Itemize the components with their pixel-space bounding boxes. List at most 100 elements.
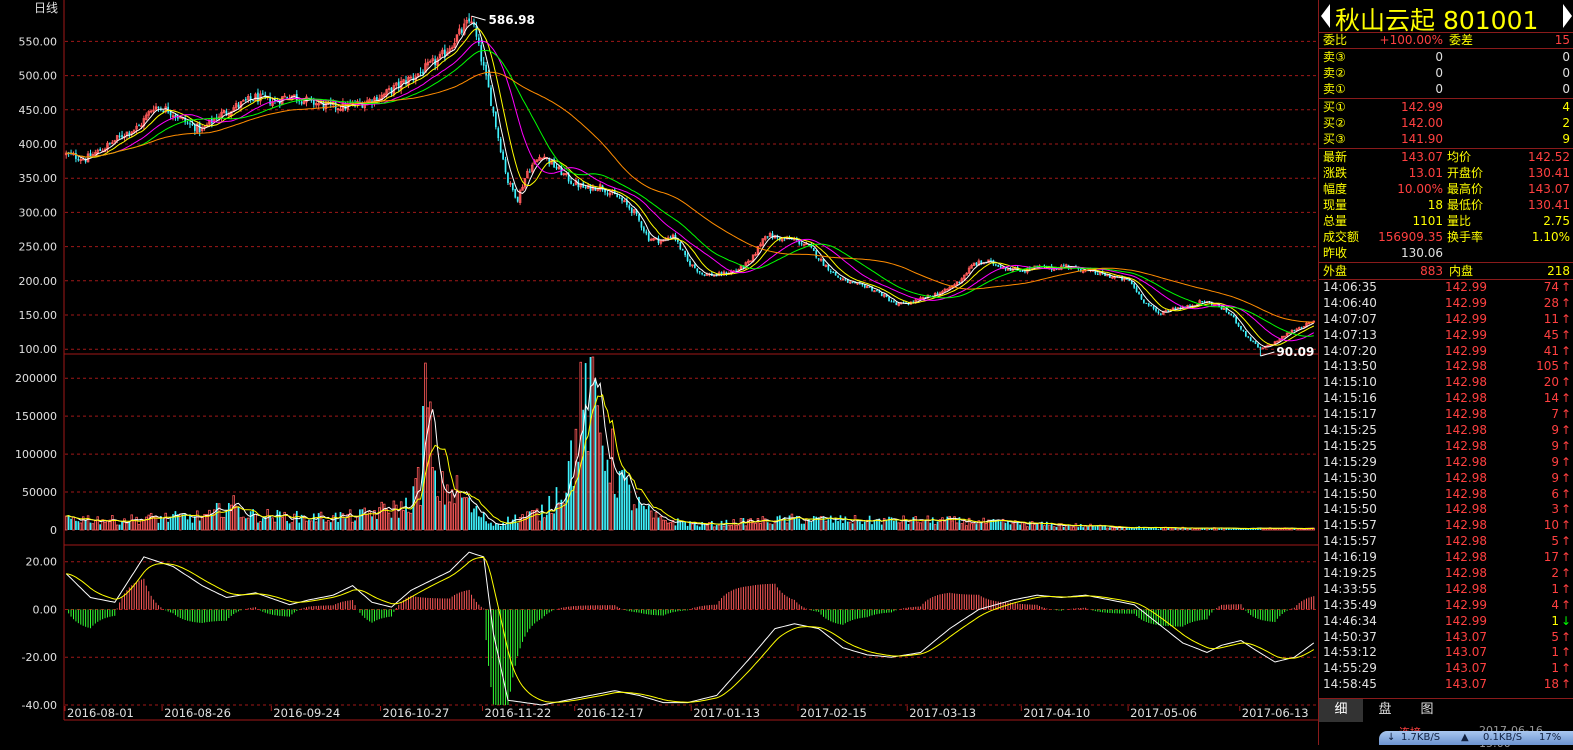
volume-bar: [368, 511, 371, 531]
volume-bar: [237, 506, 240, 530]
tab-detail[interactable]: 细: [1319, 699, 1363, 722]
tick-row[interactable]: 14:55:29 143.07 1 ↑: [1319, 660, 1573, 676]
tick-row[interactable]: 14:06:35 142.99 74 ↑: [1319, 279, 1573, 295]
tick-time: 14:07:07: [1323, 311, 1377, 326]
candle-body: [888, 296, 890, 301]
quote-value-2: 142.52: [1528, 150, 1570, 164]
candle-body: [1201, 301, 1203, 303]
volume-bar: [853, 515, 857, 531]
tick-row[interactable]: 14:15:30 142.98 9 ↑: [1319, 470, 1573, 486]
volume-bar: [1087, 526, 1089, 530]
candle-body: [647, 233, 650, 241]
kline-chart[interactable]: 550.00 500.00 450.00 400.00 350.00 300.00 250.…: [0, 0, 1318, 745]
volume-bar: [754, 522, 757, 531]
volume-bar: [907, 523, 910, 530]
tick-row[interactable]: 14:07:13 142.99 45 ↑: [1319, 327, 1573, 343]
volume-bar: [502, 522, 504, 530]
volume-bar: [885, 519, 888, 530]
tick-row[interactable]: 14:35:49 142.99 4 ↑: [1319, 597, 1573, 613]
tick-row[interactable]: 14:13:50 142.98 105 ↑: [1319, 358, 1573, 374]
volume-bar: [997, 520, 1000, 530]
prev-arrow-icon[interactable]: [1321, 4, 1330, 28]
tick-row[interactable]: 14:53:12 143.07 1 ↑: [1319, 644, 1573, 660]
tick-time: 14:46:34: [1323, 613, 1377, 628]
volume-bar: [659, 516, 663, 531]
chart-area[interactable]: 550.00 500.00 450.00 400.00 350.00 300.00 250.…: [0, 0, 1318, 745]
tick-price: 142.99: [1445, 311, 1487, 326]
volume-bar: [271, 517, 274, 531]
quote-value-2: 1.10%: [1531, 230, 1570, 244]
volume-bar: [785, 522, 789, 531]
tick-row[interactable]: 14:15:25 142.98 9 ↑: [1319, 438, 1573, 454]
title-bar: 秋山云起 801001: [1319, 0, 1573, 35]
tick-row[interactable]: 14:15:29 142.98 9 ↑: [1319, 454, 1573, 470]
tick-row[interactable]: 14:33:55 142.98 1 ↑: [1319, 581, 1573, 597]
volume-bar: [579, 361, 583, 531]
candle-body: [839, 277, 842, 280]
candle-body: [994, 264, 997, 266]
tick-time: 14:15:25: [1323, 423, 1377, 438]
volume-bar: [419, 505, 422, 531]
date-tick-label: 2016-08-01: [67, 706, 134, 720]
tick-row[interactable]: 14:15:17 142.98 7 ↑: [1319, 406, 1573, 422]
candle-body: [572, 184, 575, 186]
tick-list[interactable]: 14:06:35 142.99 74 ↑ 14:06:40 142.99 28 ↑ 14:07:…: [1319, 279, 1573, 692]
volume-bar: [739, 518, 743, 531]
volume-bar: [851, 523, 854, 530]
weibi-value: +100.00%: [1379, 33, 1443, 47]
volume-bar: [744, 525, 748, 531]
tick-time: 14:15:57: [1323, 518, 1377, 533]
tick-row[interactable]: 14:15:57 142.98 5 ↑: [1319, 533, 1573, 549]
up-arrow-icon: ↑: [1561, 295, 1572, 310]
sell-volume: 0: [1562, 66, 1570, 80]
volume-bar: [842, 523, 844, 530]
volume-bar: [167, 521, 170, 530]
candle-body: [419, 71, 422, 73]
candle-body: [1135, 287, 1138, 292]
tick-row[interactable]: 14:07:20 142.99 41 ↑: [1319, 343, 1573, 359]
tick-row[interactable]: 14:46:34 142.99 1 ↓: [1319, 613, 1573, 629]
candle-body: [189, 123, 191, 125]
volume-bar: [1106, 527, 1109, 531]
volume-bar: [982, 517, 985, 531]
tick-time: 14:13:50: [1323, 359, 1377, 374]
volume-bar: [196, 510, 199, 531]
tick-row[interactable]: 14:06:40 142.99 28 ↑: [1319, 295, 1573, 311]
volume-bar: [960, 523, 964, 531]
tick-row[interactable]: 14:16:19 142.98 17 ↑: [1319, 549, 1573, 565]
tick-row[interactable]: 14:15:16 142.98 14 ↑: [1319, 390, 1573, 406]
quote-value: 130.06: [1401, 246, 1443, 260]
volume-bar: [208, 509, 211, 531]
volume-bar: [863, 521, 866, 530]
next-arrow-icon[interactable]: [1563, 4, 1572, 28]
sell-price: 0: [1435, 82, 1443, 96]
quote-row: 总量 1101 量比 2.75: [1319, 213, 1573, 229]
volume-bar: [613, 494, 616, 530]
volume-bar: [611, 428, 614, 531]
inner-value: 218: [1547, 264, 1570, 278]
tick-row[interactable]: 14:15:25 142.98 9 ↑: [1319, 422, 1573, 438]
tick-row[interactable]: 14:15:57 142.98 10 ↑: [1319, 517, 1573, 533]
candle-body: [177, 117, 179, 119]
tick-row[interactable]: 14:15:50 142.98 6 ↑: [1319, 486, 1573, 502]
candle-body: [766, 236, 769, 238]
candle-body: [490, 87, 492, 106]
candle-body: [99, 149, 102, 151]
tick-time: 14:15:16: [1323, 391, 1377, 406]
tick-row[interactable]: 14:07:07 142.99 11 ↑: [1319, 311, 1573, 327]
tick-row[interactable]: 14:19:25 142.98 2 ↑: [1319, 565, 1573, 581]
tick-row[interactable]: 14:15:50 142.98 3 ↑: [1319, 501, 1573, 517]
volume-bar: [344, 518, 347, 530]
volume-bar: [363, 507, 367, 531]
volume-bar: [252, 509, 254, 530]
volume-bar: [280, 517, 284, 531]
tab-graph[interactable]: 图: [1407, 699, 1447, 722]
tick-row[interactable]: 14:50:37 143.07 5 ↑: [1319, 629, 1573, 645]
volume-bar: [329, 522, 332, 530]
candle-body: [118, 135, 121, 137]
tab-board[interactable]: 盘: [1365, 699, 1405, 722]
tick-row[interactable]: 14:15:10 142.98 20 ↑: [1319, 374, 1573, 390]
volume-bar: [1261, 528, 1265, 531]
candle-body: [477, 37, 480, 44]
tick-row[interactable]: 14:58:45 143.07 18 ↑: [1319, 676, 1573, 692]
